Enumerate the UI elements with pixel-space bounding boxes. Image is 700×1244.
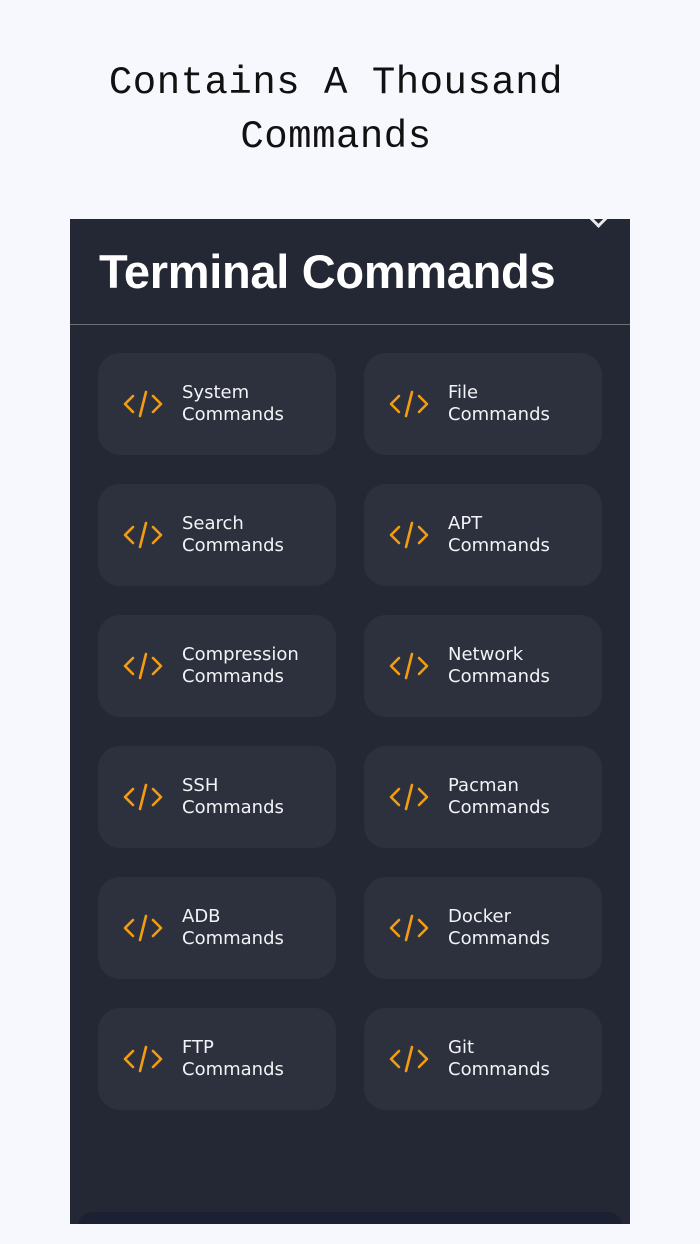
card-system-commands[interactable]: System Commands — [98, 353, 336, 455]
card-search-commands[interactable]: Search Commands — [98, 484, 336, 586]
code-brackets-icon — [123, 390, 163, 418]
code-brackets-icon — [123, 914, 163, 942]
card-adb-commands[interactable]: ADB Commands — [98, 877, 336, 979]
card-git-commands[interactable]: Git Commands — [364, 1008, 602, 1110]
code-brackets-icon — [123, 521, 163, 549]
app-screen: Terminal Commands System Commands File Com… — [70, 219, 630, 1224]
title-divider — [70, 324, 630, 325]
code-brackets-icon — [123, 783, 163, 811]
card-label: APT Commands — [448, 512, 550, 557]
card-label: Git Commands — [448, 1036, 550, 1081]
code-brackets-icon — [389, 783, 429, 811]
card-label: File Commands — [448, 381, 550, 426]
card-ftp-commands[interactable]: FTP Commands — [98, 1008, 336, 1110]
card-pacman-commands[interactable]: Pacman Commands — [364, 746, 602, 848]
card-file-commands[interactable]: File Commands — [364, 353, 602, 455]
card-label: Pacman Commands — [448, 774, 550, 819]
card-label: Docker Commands — [448, 905, 550, 950]
card-apt-commands[interactable]: APT Commands — [364, 484, 602, 586]
code-brackets-icon — [389, 521, 429, 549]
card-label: System Commands — [182, 381, 284, 426]
page-title: Terminal Commands — [99, 245, 556, 298]
card-label: SSH Commands — [182, 774, 284, 819]
card-compression-commands[interactable]: Compression Commands — [98, 615, 336, 717]
code-brackets-icon — [389, 390, 429, 418]
card-label: Compression Commands — [182, 643, 299, 688]
code-brackets-icon — [123, 1045, 163, 1073]
code-brackets-icon — [389, 652, 429, 680]
bottom-bar — [78, 1212, 622, 1224]
promo-caption: Contains A Thousand Commands — [108, 61, 564, 159]
card-ssh-commands[interactable]: SSH Commands — [98, 746, 336, 848]
card-label: Search Commands — [182, 512, 284, 557]
chevron-left-icon[interactable] — [585, 219, 612, 228]
card-network-commands[interactable]: Network Commands — [364, 615, 602, 717]
card-label: Network Commands — [448, 643, 550, 688]
code-brackets-icon — [389, 1045, 429, 1073]
commands-grid: System Commands File Commands Search Comman… — [98, 353, 602, 1110]
code-brackets-icon — [123, 652, 163, 680]
card-label: FTP Commands — [182, 1036, 284, 1081]
card-label: ADB Commands — [182, 905, 284, 950]
code-brackets-icon — [389, 914, 429, 942]
card-docker-commands[interactable]: Docker Commands — [364, 877, 602, 979]
